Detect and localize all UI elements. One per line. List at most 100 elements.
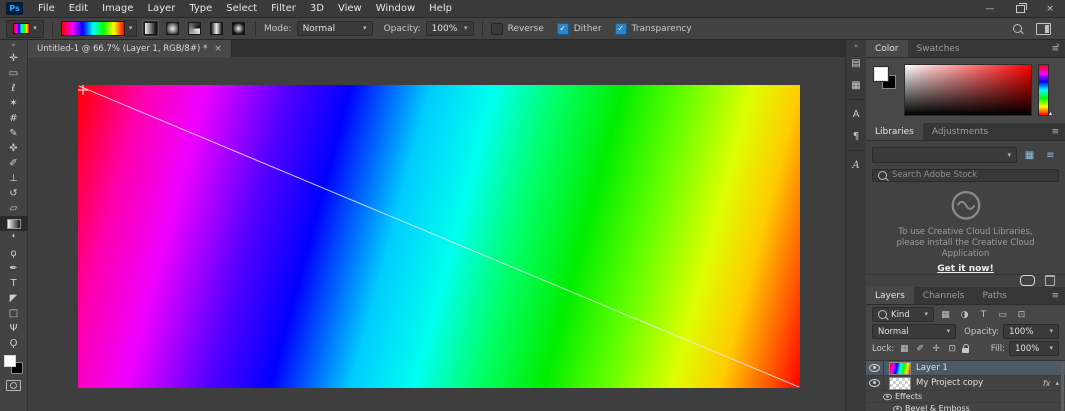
panel-menu-icon[interactable]: ≡ [1051, 123, 1065, 140]
path-selection-tool[interactable]: ◤ [0, 291, 28, 306]
visibility-cell[interactable] [866, 376, 884, 390]
opacity-dropdown[interactable]: 100% ▾ [425, 21, 474, 36]
eye-icon[interactable] [869, 364, 880, 372]
eye-icon[interactable] [869, 379, 880, 387]
lock-position-icon[interactable]: ✛ [930, 344, 942, 354]
layer-opacity-dropdown[interactable]: 100% ▾ [1003, 324, 1059, 339]
tab-swatches[interactable]: Swatches [908, 40, 969, 57]
expand-dock-icon[interactable]: « [854, 40, 858, 52]
lock-all-icon[interactable] [962, 344, 970, 353]
document-image[interactable] [78, 85, 800, 388]
histogram-panel-icon[interactable]: ▤ [846, 52, 867, 74]
effects-label[interactable]: Effects [895, 392, 922, 401]
canvas-pasteboard[interactable] [28, 57, 845, 411]
tool-preset-picker[interactable]: ▾ [6, 19, 44, 38]
tab-paths[interactable]: Paths [973, 287, 1015, 304]
hue-slider-marker[interactable]: ▴ [1049, 110, 1052, 117]
filter-adjustment-layers-icon[interactable]: ◑ [957, 310, 972, 320]
menu-3d[interactable]: 3D [303, 3, 331, 14]
reverse-checkbox[interactable] [490, 22, 503, 35]
lock-transparent-pixels-icon[interactable]: ▦ [898, 344, 910, 354]
character-panel-icon[interactable]: A [846, 103, 867, 125]
foreground-color-swatch[interactable] [3, 355, 16, 367]
layer-thumbnail[interactable] [889, 361, 911, 375]
list-view-button[interactable]: ≡ [1042, 147, 1059, 163]
foreground-background-swatches[interactable] [3, 355, 24, 375]
tab-libraries[interactable]: Libraries [866, 123, 923, 140]
panel-menu-icon[interactable]: ≡ [1051, 287, 1065, 304]
lock-artboard-icon[interactable]: ⊡ [946, 344, 958, 354]
menu-type[interactable]: Type [182, 3, 219, 14]
hue-slider[interactable] [1038, 64, 1049, 116]
radial-gradient-button[interactable] [164, 20, 181, 37]
layer-name[interactable]: Layer 1 [916, 363, 948, 373]
navigator-panel-icon[interactable]: ▦ [846, 74, 867, 96]
kind-filter-dropdown[interactable]: Kind ▾ [872, 307, 934, 322]
effect-name[interactable]: Bevel & Emboss [905, 404, 970, 411]
effects-header-row[interactable]: Effects [866, 391, 1065, 403]
angle-gradient-button[interactable] [186, 20, 203, 37]
lasso-tool[interactable]: ℓ [0, 81, 28, 96]
zoom-tool[interactable]: Ϙ [0, 336, 28, 351]
collapse-dock-icon[interactable]: » [1056, 41, 1060, 49]
toolbar-collapse-icon[interactable]: » [11, 40, 15, 51]
effect-row-bevel-emboss[interactable]: Bevel & Emboss [866, 403, 1065, 411]
blur-tool[interactable]: ❛ [0, 231, 28, 246]
eyedropper-tool[interactable]: ✎ [0, 126, 28, 141]
gradient-picker[interactable]: ▾ [61, 20, 137, 37]
filter-shape-layers-icon[interactable]: ▭ [995, 310, 1010, 320]
filter-smart-objects-icon[interactable]: ⊡ [1014, 310, 1029, 320]
crop-tool[interactable]: # [0, 111, 28, 126]
type-tool[interactable]: T [0, 276, 28, 291]
grid-view-button[interactable]: ▦ [1021, 147, 1038, 163]
visibility-cell[interactable] [866, 361, 884, 375]
saturation-brightness-field[interactable] [904, 64, 1032, 116]
restore-button[interactable] [1005, 0, 1035, 17]
gradient-preview[interactable] [61, 21, 125, 36]
glyphs-panel-icon[interactable]: A [846, 154, 867, 176]
menu-file[interactable]: File [31, 3, 62, 14]
quick-mask-button[interactable] [6, 380, 21, 391]
pen-tool[interactable]: ✒ [0, 261, 28, 276]
close-button[interactable]: × [1035, 0, 1065, 17]
clone-stamp-tool[interactable]: ⊥ [0, 171, 28, 186]
menu-window[interactable]: Window [369, 3, 422, 14]
search-icon[interactable] [1013, 24, 1022, 33]
brush-tool[interactable]: ✐ [0, 156, 28, 171]
tab-channels[interactable]: Channels [914, 287, 974, 304]
minimize-button[interactable]: — [975, 0, 1005, 17]
dither-checkbox[interactable]: ✓ [556, 22, 569, 35]
rectangle-tool[interactable]: □ [0, 306, 28, 321]
photoshop-logo-icon[interactable]: Ps [6, 2, 23, 15]
visibility-cell[interactable] [890, 403, 905, 411]
rectangular-marquee-tool[interactable]: ▭ [0, 66, 28, 81]
filter-pixel-layers-icon[interactable]: ▦ [938, 310, 953, 320]
collapse-effects-icon[interactable]: ▴ [1055, 379, 1059, 387]
menu-select[interactable]: Select [219, 3, 264, 14]
spot-healing-brush-tool[interactable]: ✜ [0, 141, 28, 156]
mode-dropdown[interactable]: Normal ▾ [296, 21, 373, 36]
lock-image-pixels-icon[interactable]: ✐ [914, 344, 926, 354]
library-search-field[interactable]: Search Adobe Stock [872, 169, 1059, 182]
workspace-switcher-icon[interactable] [1036, 22, 1051, 35]
move-tool[interactable]: ✛ [0, 51, 28, 66]
menu-view[interactable]: View [331, 3, 369, 14]
menu-help[interactable]: Help [422, 3, 459, 14]
visibility-cell[interactable] [880, 391, 895, 402]
fill-dropdown[interactable]: 100% ▾ [1009, 341, 1059, 356]
eye-icon[interactable] [893, 405, 902, 411]
layer-thumbnail[interactable] [889, 376, 911, 390]
paragraph-panel-icon[interactable]: ¶ [846, 125, 867, 147]
menu-filter[interactable]: Filter [264, 3, 303, 14]
layer-row-layer-1[interactable]: Layer 1 [866, 361, 1065, 376]
tab-close-icon[interactable]: × [214, 44, 222, 54]
menu-layer[interactable]: Layer [140, 3, 182, 14]
foreground-color-swatch[interactable] [874, 67, 888, 81]
dodge-tool[interactable]: ϙ [0, 246, 28, 261]
tab-color[interactable]: Color [866, 40, 908, 57]
diamond-gradient-button[interactable] [230, 20, 247, 37]
scrollbar[interactable] [1061, 361, 1064, 411]
document-tab[interactable]: Untitled-1 @ 66.7% (Layer 1, RGB/8#) * × [28, 40, 232, 57]
get-it-now-link[interactable]: Get it now! [866, 264, 1065, 274]
linear-gradient-button[interactable] [142, 20, 159, 37]
